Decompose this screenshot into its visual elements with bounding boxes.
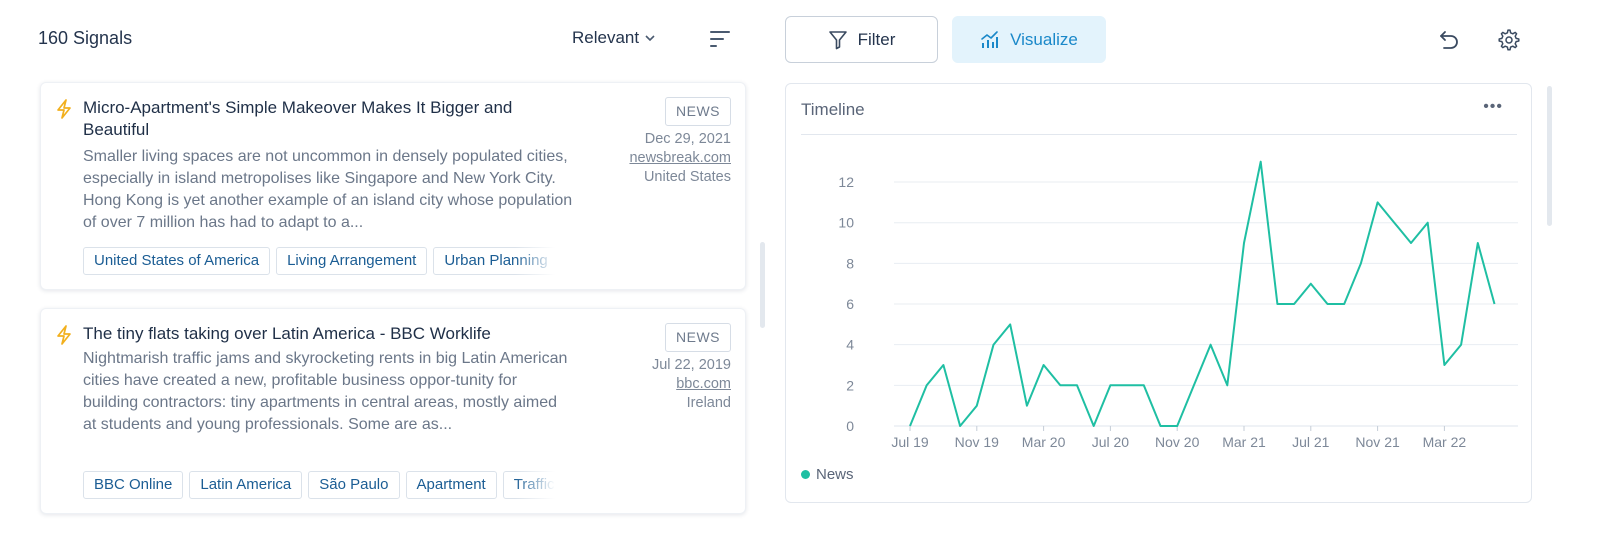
undo-icon — [1440, 31, 1458, 49]
tag[interactable]: Apartment — [405, 471, 497, 499]
signal-card[interactable]: The tiny flats taking over Latin America… — [40, 308, 746, 514]
y-tick-label: 6 — [846, 296, 854, 312]
x-tick-label: Jul 20 — [1092, 434, 1130, 450]
gear-icon — [1498, 29, 1520, 51]
signal-country: United States — [643, 169, 731, 185]
signal-country: Ireland — [686, 395, 731, 411]
y-tick-label: 4 — [846, 337, 854, 353]
source-link[interactable]: bbc.com — [652, 375, 731, 394]
y-tick-label: 12 — [838, 174, 854, 190]
timeline-chart: 0 2 4 6 8 10 12 Jul 19 Nov 19 Mar 20 Jul 20 Nov 20… — [838, 160, 1518, 450]
lightning-bolt-icon — [57, 99, 71, 119]
tag-list: United States of America Living Arrangem… — [83, 247, 555, 275]
tag[interactable]: BBC Online — [83, 471, 184, 499]
filter-label: Filter — [857, 29, 896, 49]
signal-date: Jul 22, 2019 — [651, 357, 731, 373]
y-tick-label: 10 — [838, 215, 854, 231]
toolbar: 160 Signals Relevant Filter Visualize — [0, 0, 1600, 80]
y-axis: 0 2 4 6 8 10 12 — [838, 174, 854, 434]
x-axis: Jul 19 Nov 19 Mar 20 Jul 20 Nov 20 Mar 21 Jul … — [891, 426, 1466, 450]
y-tick-label: 0 — [846, 418, 854, 434]
tag[interactable]: Latin America — [189, 471, 303, 499]
chevron-down-icon — [645, 34, 655, 45]
type-badge: NEWS — [665, 97, 731, 126]
tag[interactable]: Urban Planning — [433, 247, 555, 275]
signals-count: 160 Signals — [38, 28, 133, 48]
sort-label: Relevant — [572, 28, 640, 47]
x-tick-label: Mar 20 — [1022, 434, 1066, 450]
source-link[interactable]: newsbreak.com — [629, 149, 731, 168]
sort-lines-icon — [710, 31, 730, 47]
tag[interactable]: Traffic Co — [502, 471, 555, 499]
type-badge: NEWS — [665, 323, 731, 352]
visualize-label: Visualize — [1010, 29, 1078, 49]
series-line-news — [909, 160, 1496, 427]
signal-title[interactable]: Micro-Apartment's Simple Makeover Makes … — [83, 97, 553, 141]
lightning-bolt-icon — [57, 325, 71, 345]
legend-dot — [801, 470, 810, 479]
y-tick-label: 2 — [846, 377, 854, 393]
x-tick-label: Nov 21 — [1355, 434, 1400, 450]
signal-meta: NEWS Jul 22, 2019 bbc.com Ireland — [652, 323, 731, 413]
legend-label: News — [816, 466, 854, 483]
tag[interactable]: Living Arrangement — [276, 247, 428, 275]
signal-meta: NEWS Dec 29, 2021 newsbreak.com United S… — [629, 97, 731, 187]
x-tick-label: Mar 21 — [1222, 434, 1266, 450]
chart-bars-trend-icon — [981, 30, 999, 48]
x-tick-label: Jul 19 — [891, 434, 929, 450]
chart-legend[interactable]: News — [801, 466, 854, 483]
visualize-button[interactable]: Visualize — [952, 16, 1106, 63]
x-tick-label: Nov 20 — [1155, 434, 1200, 450]
grid-lines — [894, 181, 1518, 427]
undo-button[interactable] — [1436, 27, 1462, 53]
funnel-icon — [828, 30, 847, 49]
x-tick-label: Mar 22 — [1423, 434, 1467, 450]
filter-button[interactable]: Filter — [785, 16, 938, 63]
y-tick-label: 8 — [846, 255, 854, 271]
settings-button[interactable] — [1496, 27, 1522, 53]
list-scrollbar[interactable] — [760, 242, 765, 328]
x-tick-label: Nov 19 — [955, 434, 1000, 450]
sort-order-button[interactable] — [708, 28, 732, 50]
tag[interactable]: São Paulo — [308, 471, 400, 499]
signal-date: Dec 29, 2021 — [644, 131, 731, 147]
timeline-panel: Timeline ••• 0 2 4 6 8 10 12 Jul 19 Nov 19 Mar 2… — [785, 83, 1532, 503]
x-tick-label: Jul 21 — [1292, 434, 1330, 450]
signal-summary: Nightmarish traffic jams and skyrocketin… — [83, 350, 568, 433]
signals-list: Micro-Apartment's Simple Makeover Makes … — [38, 82, 748, 540]
chart-scrollbar[interactable] — [1547, 86, 1552, 226]
sort-dropdown[interactable]: Relevant — [572, 28, 655, 48]
tag[interactable]: United States of America — [83, 247, 271, 275]
signal-card[interactable]: Micro-Apartment's Simple Makeover Makes … — [40, 82, 746, 290]
signal-summary: Smaller living spaces are not uncommon i… — [83, 148, 573, 231]
signal-title[interactable]: The tiny flats taking over Latin America… — [83, 323, 553, 345]
tag-list: BBC Online Latin America São Paulo Apart… — [83, 471, 555, 499]
